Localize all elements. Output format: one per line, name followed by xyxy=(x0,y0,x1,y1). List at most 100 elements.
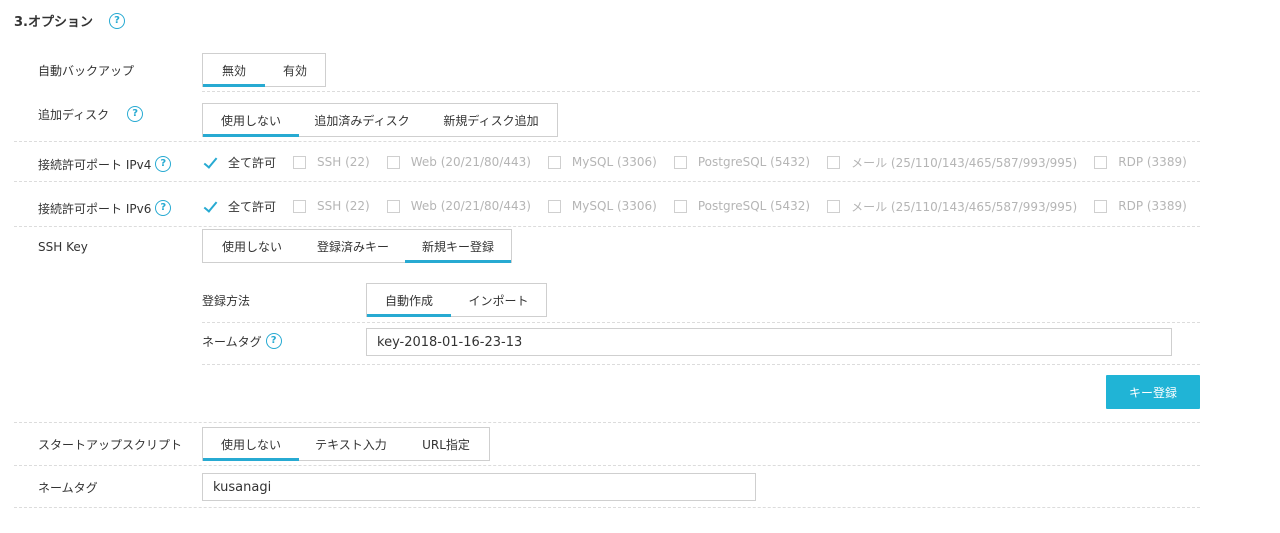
divider xyxy=(14,181,1200,182)
ssh-key-option-registered[interactable]: 登録済みキー xyxy=(301,230,405,262)
ssh-key-label: SSH Key xyxy=(38,237,88,257)
checkbox-label: PostgreSQL (5432) xyxy=(697,155,811,169)
checkbox-label: 全て許可 xyxy=(228,199,277,214)
ipv4-allow-all-checkbox[interactable]: 全て許可 xyxy=(204,154,276,171)
checkbox-icon[interactable] xyxy=(547,155,561,169)
startup-script-label-text: スタートアップスクリプト xyxy=(38,437,183,452)
ipv6-rdp-checkbox[interactable]: RDP (3389) xyxy=(1094,199,1187,213)
extra-disk-option-none[interactable]: 使用しない xyxy=(203,104,299,137)
checkbox-label: MySQL (3306) xyxy=(571,155,657,169)
ssh-key-toggle: 使用しない 登録済みキー 新規キー登録 xyxy=(202,229,512,263)
help-icon[interactable]: ? xyxy=(265,333,282,349)
name-tag-value: kusanagi xyxy=(213,479,272,495)
ipv6-port-list: 全て許可 SSH (22) Web (20/21/80/443) MySQL (… xyxy=(204,196,1204,216)
ipv6-ssh-checkbox[interactable]: SSH (22) xyxy=(293,199,370,213)
auto-backup-option-enabled[interactable]: 有効 xyxy=(265,54,325,86)
ssh-key-label-text: SSH Key xyxy=(38,240,88,254)
checkbox-label: RDP (3389) xyxy=(1118,155,1187,169)
help-icon[interactable]: ? xyxy=(155,200,172,216)
ipv6-web-checkbox[interactable]: Web (20/21/80/443) xyxy=(386,199,531,213)
divider xyxy=(202,364,1200,365)
ipv4-rdp-checkbox[interactable]: RDP (3389) xyxy=(1094,155,1187,169)
ipv4-port-list: 全て許可 SSH (22) Web (20/21/80/443) MySQL (… xyxy=(204,152,1204,172)
ssh-name-tag-value: key-2018-01-16-23-13 xyxy=(377,334,523,350)
ssh-method-label: 登録方法 xyxy=(202,290,250,310)
divider xyxy=(14,226,1200,227)
checkbox-icon[interactable] xyxy=(673,155,687,169)
divider xyxy=(202,322,1200,323)
startup-script-toggle: 使用しない テキスト入力 URL指定 xyxy=(202,427,490,461)
checkbox-icon[interactable] xyxy=(386,155,400,169)
ipv6-postgresql-checkbox[interactable]: PostgreSQL (5432) xyxy=(673,199,811,213)
checkbox-label: 全て許可 xyxy=(228,155,277,170)
name-tag-label: ネームタグ xyxy=(38,477,98,497)
extra-disk-option-new[interactable]: 新規ディスク追加 xyxy=(425,104,557,136)
ipv4-web-checkbox[interactable]: Web (20/21/80/443) xyxy=(386,155,531,169)
divider xyxy=(202,91,1200,92)
checkbox-label: RDP (3389) xyxy=(1118,199,1187,213)
ssh-method-toggle: 自動作成 インポート xyxy=(366,283,547,317)
extra-disk-toggle: 使用しない 追加済みディスク 新規ディスク追加 xyxy=(202,103,558,137)
ssh-method-option-import[interactable]: インポート xyxy=(451,284,546,316)
checkbox-label: Web (20/21/80/443) xyxy=(410,199,531,213)
checkbox-label: メール (25/110/143/465/587/993/995) xyxy=(851,199,1078,214)
ipv6-allow-all-checkbox[interactable]: 全て許可 xyxy=(204,198,276,215)
extra-disk-label-text: 追加ディスク xyxy=(38,107,110,122)
ssh-name-tag-input[interactable]: key-2018-01-16-23-13 xyxy=(366,328,1172,356)
ssh-method-option-auto[interactable]: 自動作成 xyxy=(367,284,451,317)
checkbox-icon[interactable] xyxy=(827,155,841,169)
checkbox-icon[interactable] xyxy=(293,199,307,213)
checkbox-label: PostgreSQL (5432) xyxy=(697,199,811,213)
section-title-text: 3.オプション xyxy=(14,15,93,30)
checkbox-label: SSH (22) xyxy=(317,199,370,213)
ipv6-mysql-checkbox[interactable]: MySQL (3306) xyxy=(547,199,657,213)
startup-script-option-none[interactable]: 使用しない xyxy=(203,428,299,461)
register-key-button[interactable]: キー登録 xyxy=(1106,375,1200,409)
ipv4-label: 接続許可ポート IPv4 ? xyxy=(38,154,172,174)
ssh-key-option-none[interactable]: 使用しない xyxy=(203,230,301,262)
ssh-method-label-text: 登録方法 xyxy=(202,293,251,308)
name-tag-label-text: ネームタグ xyxy=(38,480,98,495)
startup-script-label: スタートアップスクリプト xyxy=(38,434,182,454)
help-icon[interactable]: ? xyxy=(127,106,144,122)
auto-backup-label-text: 自動バックアップ xyxy=(38,63,135,78)
auto-backup-toggle: 無効 有効 xyxy=(202,53,326,87)
ipv4-postgresql-checkbox[interactable]: PostgreSQL (5432) xyxy=(673,155,811,169)
ipv4-mail-checkbox[interactable]: メール (25/110/143/465/587/993/995) xyxy=(827,154,1077,171)
checkbox-icon[interactable] xyxy=(386,199,400,213)
checkbox-icon[interactable] xyxy=(293,155,307,169)
divider xyxy=(14,141,1200,142)
ipv6-label: 接続許可ポート IPv6 ? xyxy=(38,198,172,218)
checkbox-checked-icon[interactable] xyxy=(204,200,217,213)
checkbox-icon[interactable] xyxy=(673,199,687,213)
name-tag-input[interactable]: kusanagi xyxy=(202,473,756,501)
startup-script-option-text[interactable]: テキスト入力 xyxy=(299,428,403,460)
checkbox-icon[interactable] xyxy=(1094,199,1108,213)
checkbox-icon[interactable] xyxy=(547,199,561,213)
divider xyxy=(14,465,1200,466)
help-icon[interactable]: ? xyxy=(108,12,125,29)
ipv4-mysql-checkbox[interactable]: MySQL (3306) xyxy=(547,155,657,169)
auto-backup-label: 自動バックアップ xyxy=(38,60,134,80)
ipv6-mail-checkbox[interactable]: メール (25/110/143/465/587/993/995) xyxy=(827,198,1077,215)
ssh-key-option-new[interactable]: 新規キー登録 xyxy=(405,230,511,263)
checkbox-checked-icon[interactable] xyxy=(204,156,217,169)
ssh-name-tag-label-text: ネームタグ xyxy=(202,334,262,349)
ipv6-label-text: 接続許可ポート IPv6 xyxy=(38,201,152,216)
auto-backup-option-disabled[interactable]: 無効 xyxy=(203,54,265,87)
checkbox-icon[interactable] xyxy=(827,199,841,213)
ssh-name-tag-label: ネームタグ ? xyxy=(202,331,282,351)
help-icon[interactable]: ? xyxy=(155,156,172,172)
ipv4-ssh-checkbox[interactable]: SSH (22) xyxy=(293,155,370,169)
checkbox-label: SSH (22) xyxy=(317,155,370,169)
checkbox-icon[interactable] xyxy=(1094,155,1108,169)
startup-script-option-url[interactable]: URL指定 xyxy=(403,428,489,460)
extra-disk-label: 追加ディスク ? xyxy=(38,104,144,124)
divider xyxy=(14,422,1200,423)
checkbox-label: Web (20/21/80/443) xyxy=(410,155,531,169)
divider xyxy=(14,507,1200,508)
checkbox-label: メール (25/110/143/465/587/993/995) xyxy=(851,155,1078,170)
checkbox-label: MySQL (3306) xyxy=(571,199,657,213)
section-title: 3.オプション ? xyxy=(14,11,125,30)
extra-disk-option-existing[interactable]: 追加済みディスク xyxy=(299,104,425,136)
